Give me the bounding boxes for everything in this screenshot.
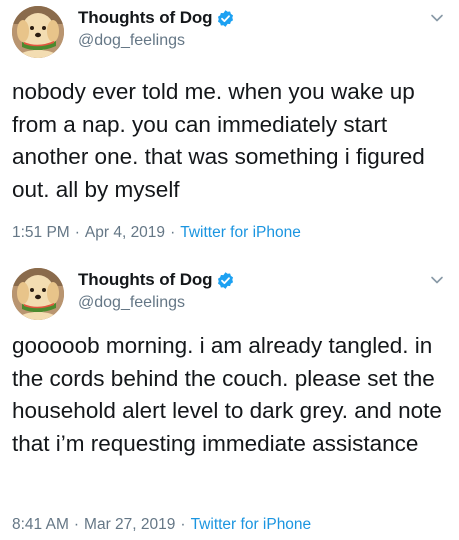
- dog-avatar-image: [12, 6, 64, 58]
- display-name[interactable]: Thoughts of Dog: [78, 8, 213, 28]
- chevron-down-icon[interactable]: [429, 272, 445, 288]
- tweet-time[interactable]: 1:51 PM: [12, 224, 70, 241]
- tweet-source-link[interactable]: Twitter for iPhone: [180, 224, 301, 241]
- separator: ·: [73, 516, 80, 533]
- tweet-meta: 8:41 AM · Mar 27, 2019 · Twitter for iPhone: [12, 516, 311, 534]
- avatar[interactable]: [12, 6, 64, 58]
- handle[interactable]: @dog_feelings: [78, 294, 185, 312]
- author-row: Thoughts of Dog: [78, 270, 235, 290]
- verified-badge-icon: [216, 9, 235, 28]
- author-row: Thoughts of Dog: [78, 8, 235, 28]
- dog-avatar-image: [12, 268, 64, 320]
- separator: ·: [74, 224, 80, 241]
- separator: ·: [180, 516, 186, 533]
- tweet-text: gooooob morning. i am already tangled. i…: [12, 333, 442, 456]
- tweet-time[interactable]: 8:41 AM: [12, 516, 69, 533]
- chevron-down-icon[interactable]: [429, 10, 445, 26]
- tweet-date[interactable]: Apr 4, 2019: [85, 224, 165, 241]
- handle[interactable]: @dog_feelings: [78, 32, 185, 50]
- tweet-date[interactable]: Mar 27, 2019: [84, 516, 175, 533]
- tweet[interactable]: Thoughts of Dog @dog_feelings gooooob mo…: [0, 262, 459, 540]
- display-name[interactable]: Thoughts of Dog: [78, 270, 213, 290]
- tweet-source-link[interactable]: Twitter for iPhone: [191, 516, 312, 533]
- separator: ·: [170, 224, 176, 241]
- tweet-meta: 1:51 PM · Apr 4, 2019 · Twitter for iPhone: [12, 224, 301, 242]
- tweet[interactable]: Thoughts of Dog @dog_feelings nobody eve…: [0, 0, 459, 262]
- avatar[interactable]: [12, 268, 64, 320]
- tweet-text: nobody ever told me. when you wake up fr…: [12, 79, 425, 202]
- verified-badge-icon: [216, 271, 235, 290]
